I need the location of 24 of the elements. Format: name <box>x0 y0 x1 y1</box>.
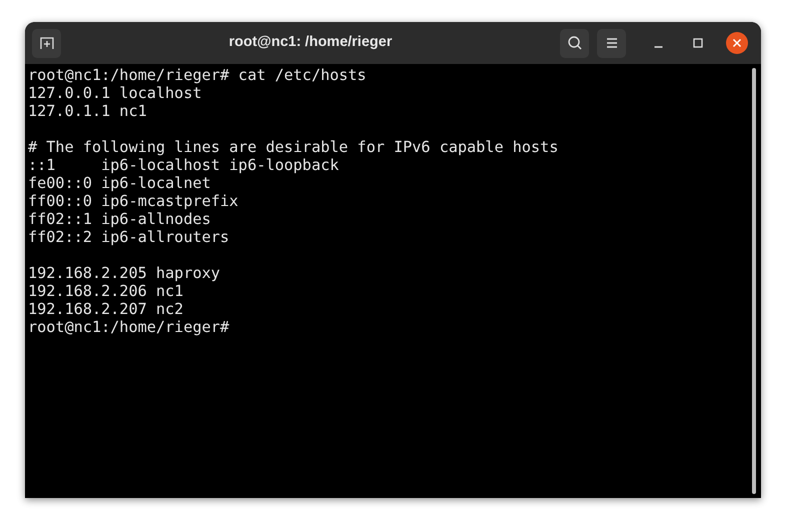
close-button[interactable] <box>726 32 748 54</box>
menu-icon <box>604 37 618 49</box>
terminal-line: 192.168.2.207 nc2 <box>28 300 184 318</box>
terminal-line: 192.168.2.206 nc1 <box>28 282 184 300</box>
new-tab-icon <box>38 35 54 51</box>
terminal-line: fe00::0 ip6-localnet <box>28 174 211 192</box>
window-title: root@nc1: /home/rieger <box>228 33 392 52</box>
terminal-line: ff02::2 ip6-allrouters <box>28 228 230 246</box>
minimize-icon <box>654 46 662 48</box>
terminal-line: # The following lines are desirable for IPv6 capable hosts <box>28 138 558 156</box>
new-tab-button[interactable] <box>32 28 61 58</box>
search-button[interactable] <box>560 28 589 58</box>
terminal-line: ::1 ip6-localhost ip6-loopback <box>28 156 339 174</box>
terminal-line: ff00::0 ip6-mcastprefix <box>28 192 238 210</box>
terminal-line: 127.0.1.1 nc1 <box>28 102 147 120</box>
terminal-line: root@nc1:/home/rieger# <box>28 318 230 336</box>
terminal-line: ff02::1 ip6-allnodes <box>28 210 211 228</box>
search-icon <box>566 35 582 51</box>
terminal-line: 192.168.2.205 haproxy <box>28 264 220 282</box>
close-icon <box>732 38 742 48</box>
menu-button[interactable] <box>597 28 626 58</box>
terminal-line: 127.0.0.1 localhost <box>28 84 202 102</box>
terminal-line: root@nc1:/home/rieger# cat /etc/hosts <box>28 66 366 84</box>
maximize-icon <box>693 38 703 48</box>
